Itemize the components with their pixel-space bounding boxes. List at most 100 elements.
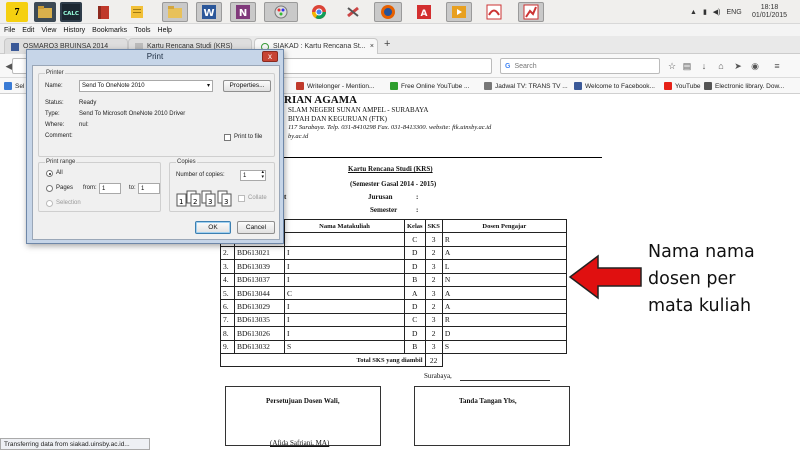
ok-button[interactable]: OK bbox=[195, 221, 231, 234]
printer-group-title: Printer bbox=[45, 70, 65, 76]
book-icon[interactable] bbox=[92, 2, 114, 22]
selection-radio[interactable] bbox=[46, 200, 53, 207]
network-icon[interactable]: ▮ bbox=[703, 8, 707, 16]
header-line-3: 117 Surabaya. Telp. 031-8410298 Fax. 031… bbox=[288, 124, 492, 131]
word-icon[interactable]: W bbox=[196, 2, 222, 22]
from-input[interactable]: 1 bbox=[99, 183, 121, 194]
collate-checkbox[interactable] bbox=[238, 195, 245, 202]
printer-select[interactable]: Send To OneNote 2010 ▾ bbox=[79, 80, 213, 92]
copies-stepper[interactable]: 1 ▴ ▾ bbox=[240, 170, 266, 181]
calculator-icon[interactable]: CALC bbox=[60, 2, 82, 22]
volume-icon[interactable]: ◀) bbox=[713, 8, 721, 16]
paint-icon[interactable] bbox=[264, 2, 298, 22]
row-kelas: D bbox=[404, 259, 426, 274]
row-nama: I bbox=[284, 259, 405, 274]
bookmark-item[interactable]: Writelonger - Mention... bbox=[296, 80, 374, 92]
menu-file[interactable]: File bbox=[4, 27, 15, 34]
where-value: nul: bbox=[79, 122, 89, 128]
chat-icon[interactable]: ◉ bbox=[748, 59, 762, 73]
language-indicator[interactable]: ENG bbox=[727, 9, 742, 16]
print-to-file-checkbox[interactable] bbox=[224, 134, 231, 141]
total-empty bbox=[442, 353, 566, 366]
header-title: RIAN AGAMA bbox=[284, 94, 358, 106]
system-tray: ▲ ▮ ◀) ENG bbox=[690, 0, 742, 24]
menu-icon[interactable]: ≡ bbox=[770, 59, 784, 73]
svg-text:W: W bbox=[203, 8, 214, 19]
chart-app-icon[interactable] bbox=[518, 2, 544, 22]
annotation-line-3: mata kuliah bbox=[648, 296, 752, 316]
row-nama: I bbox=[284, 326, 405, 341]
send-icon[interactable]: ➤ bbox=[731, 59, 745, 73]
row-nama: I bbox=[284, 299, 405, 314]
search-input[interactable]: G Search bbox=[500, 58, 660, 74]
acrobat-icon[interactable]: A bbox=[412, 2, 436, 22]
menu-bar: File Edit View History Bookmarks Tools H… bbox=[0, 24, 800, 36]
svg-text:3: 3 bbox=[208, 198, 212, 206]
bookmark-label: YouTube bbox=[675, 82, 701, 90]
bookmark-item[interactable]: Welcome to Facebook... bbox=[574, 80, 655, 92]
dialog-body: Printer Name: Send To OneNote 2010 ▾ Pro… bbox=[32, 65, 280, 240]
semester-title: (Semester Gasal 2014 - 2015) bbox=[350, 180, 437, 188]
home-icon[interactable]: ⌂ bbox=[714, 59, 728, 73]
tab-close-icon[interactable]: × bbox=[370, 43, 374, 50]
menu-help[interactable]: Help bbox=[158, 27, 172, 34]
media-player-icon[interactable] bbox=[446, 2, 472, 22]
properties-button[interactable]: Properties... bbox=[223, 80, 271, 92]
download-arrow-icon bbox=[390, 82, 398, 90]
menu-bookmarks[interactable]: Bookmarks bbox=[92, 27, 127, 34]
start-icon[interactable]: 7 bbox=[6, 2, 28, 22]
menu-edit[interactable]: Edit bbox=[22, 27, 34, 34]
header-line-4: by.ac.id bbox=[288, 133, 309, 140]
bookmark-item[interactable]: Sel bbox=[4, 80, 24, 92]
chrome-icon[interactable] bbox=[308, 2, 330, 22]
copies-label: Number of copies: bbox=[176, 172, 225, 178]
row-no: 6. bbox=[220, 299, 235, 314]
new-tab-button[interactable]: + bbox=[384, 38, 390, 50]
row-no: 2. bbox=[220, 245, 235, 261]
close-button[interactable]: x bbox=[262, 51, 278, 62]
explorer-icon[interactable] bbox=[34, 2, 56, 22]
menu-view[interactable]: View bbox=[41, 27, 56, 34]
clock[interactable]: 18:18 01/01/2015 bbox=[752, 0, 787, 24]
row-kode: BD613026 bbox=[234, 326, 285, 341]
semester-label: Semester bbox=[370, 206, 398, 214]
app-icon[interactable] bbox=[482, 2, 506, 22]
to-input[interactable]: 1 bbox=[138, 183, 160, 194]
annotation-line-1: Nama nama bbox=[648, 242, 755, 262]
printer-group: Printer Name: Send To OneNote 2010 ▾ Pro… bbox=[38, 70, 275, 157]
onenote-icon[interactable]: N bbox=[230, 2, 256, 22]
bookmark-star-icon[interactable]: ☆ bbox=[665, 59, 679, 73]
stepper-arrows-icon: ▴ ▾ bbox=[261, 169, 264, 180]
all-radio[interactable] bbox=[46, 170, 53, 177]
collate-label: Collate bbox=[248, 195, 267, 201]
row-dosen: R bbox=[441, 312, 567, 328]
bookmark-item[interactable]: Free Online YouTube ... bbox=[390, 80, 469, 92]
tray-arrow-icon[interactable]: ▲ bbox=[690, 9, 697, 16]
status-bar: Transferring data from siakad.uinsby.ac.… bbox=[0, 438, 150, 450]
row-no: 4. bbox=[220, 272, 235, 287]
bookmark-label: Jadwal TV: TRANS TV ... bbox=[495, 82, 568, 90]
pages-radio[interactable] bbox=[46, 185, 53, 192]
collate-pages-icon: 1 2 3 3 bbox=[176, 188, 236, 210]
date-line bbox=[460, 380, 550, 381]
menu-history[interactable]: History bbox=[63, 27, 85, 34]
row-kelas: D bbox=[404, 299, 426, 314]
chevron-down-icon: ▾ bbox=[206, 83, 210, 89]
menu-tools[interactable]: Tools bbox=[134, 27, 150, 34]
tab-3-label: SIAKAD : Kartu Rencana St... bbox=[273, 43, 366, 50]
annotation-line-2: dosen per bbox=[648, 269, 736, 289]
notes-icon[interactable] bbox=[126, 2, 148, 22]
bookmark-item[interactable]: YouTube bbox=[664, 80, 701, 92]
row-nama: I bbox=[284, 312, 405, 328]
type-label: Type: bbox=[45, 111, 60, 117]
row-kode: BD613021 bbox=[234, 245, 285, 261]
link-icon[interactable] bbox=[342, 2, 364, 22]
reading-list-icon[interactable]: ▤ bbox=[680, 59, 694, 73]
bookmark-item[interactable]: Jadwal TV: TRANS TV ... bbox=[484, 80, 568, 92]
folder-icon[interactable] bbox=[162, 2, 188, 22]
bookmark-item[interactable]: Electronic library. Dow... bbox=[704, 80, 784, 92]
cancel-button[interactable]: Cancel bbox=[237, 221, 275, 234]
firefox-icon[interactable] bbox=[374, 2, 402, 22]
download-icon[interactable]: ↓ bbox=[697, 59, 711, 73]
printer-select-value: Send To OneNote 2010 bbox=[82, 83, 145, 89]
